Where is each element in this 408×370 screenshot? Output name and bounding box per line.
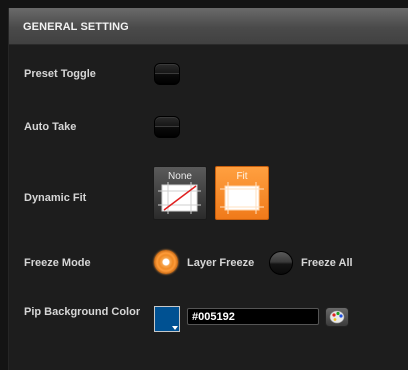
freeze-all-radio[interactable] — [269, 251, 293, 275]
layer-freeze-label: Layer Freeze — [187, 257, 255, 269]
dynamic-fit-label: Dynamic Fit — [24, 192, 87, 204]
palette-icon — [329, 310, 345, 324]
chevron-down-icon — [172, 326, 178, 330]
panel-header: GENERAL SETTING — [9, 8, 408, 45]
preset-toggle-switch[interactable] — [154, 63, 180, 85]
pip-color-swatch[interactable] — [154, 306, 180, 332]
general-setting-panel: GENERAL SETTING Preset Toggle Auto Take … — [8, 8, 408, 370]
fit-button[interactable]: Fit — [215, 166, 269, 220]
fit-icon — [220, 182, 264, 214]
auto-take-switch[interactable] — [154, 116, 180, 138]
preset-toggle-label: Preset Toggle — [24, 68, 96, 80]
auto-take-label: Auto Take — [24, 121, 77, 133]
no-fit-icon — [158, 182, 201, 214]
pip-color-hex-input[interactable] — [187, 308, 319, 325]
panel-title: GENERAL SETTING — [23, 21, 129, 33]
palette-button[interactable] — [325, 307, 349, 327]
freeze-all-label: Freeze All — [301, 257, 353, 269]
freeze-mode-label: Freeze Mode — [24, 257, 91, 269]
layer-freeze-radio[interactable] — [154, 250, 178, 274]
pip-background-color-label: Pip Background Color — [24, 306, 141, 318]
fit-none-button[interactable]: None — [153, 166, 207, 220]
